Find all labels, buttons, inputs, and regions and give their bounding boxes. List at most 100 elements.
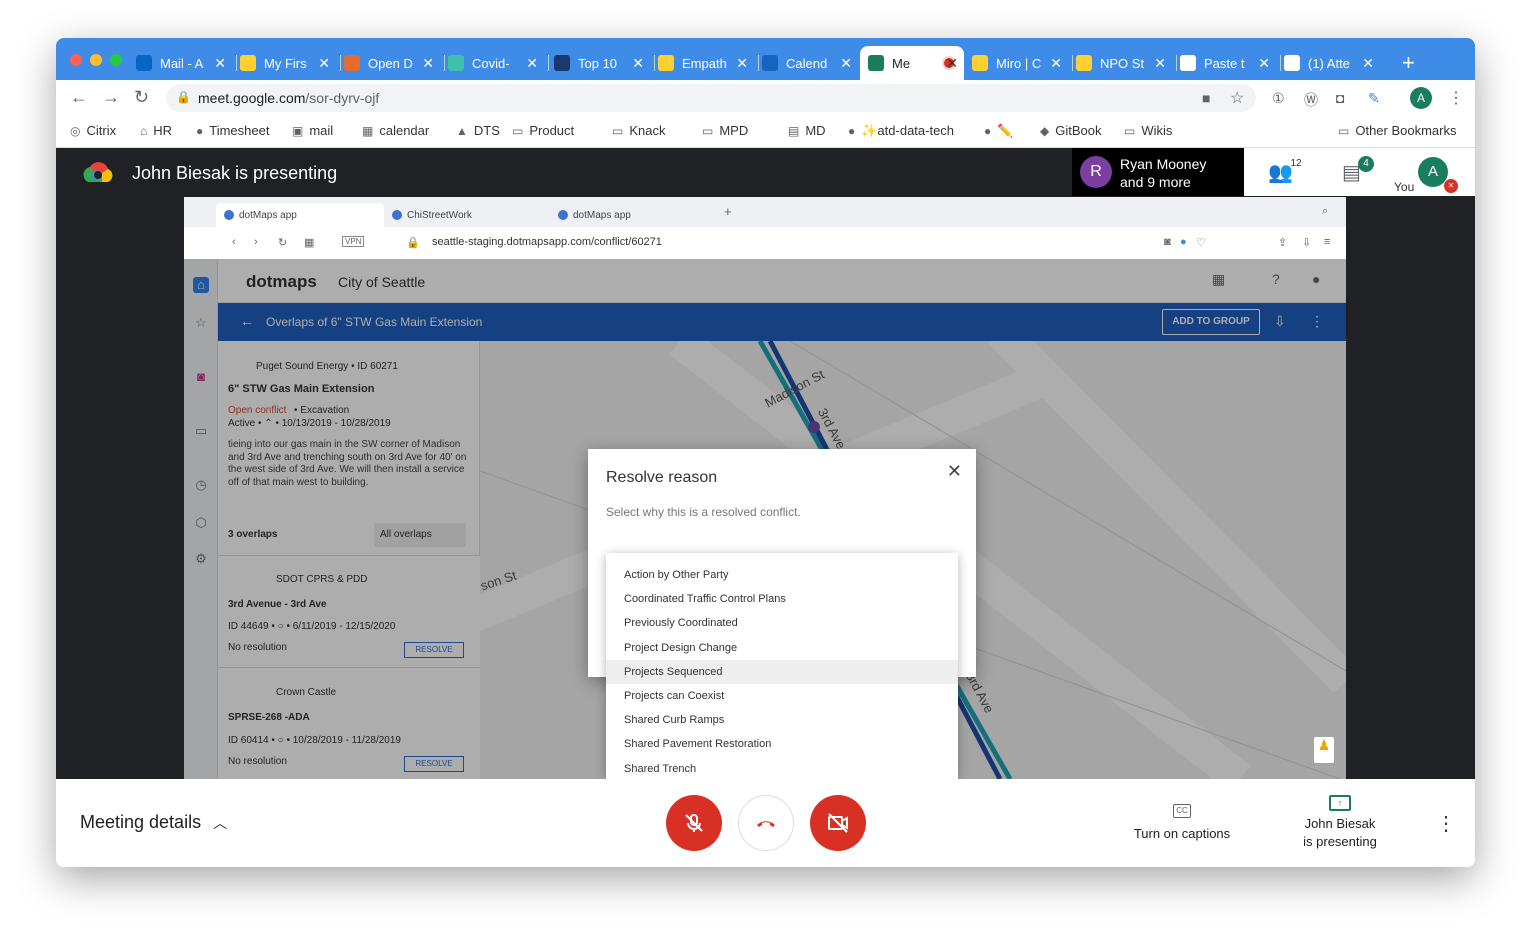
bookmark-5[interactable]: ▲ DTS bbox=[456, 123, 500, 138]
reload-icon[interactable]: ↻ bbox=[134, 87, 149, 108]
forward-icon[interactable]: → bbox=[102, 87, 120, 108]
maximize-window-button[interactable] bbox=[110, 54, 122, 66]
outlook-icon: ▣ bbox=[292, 123, 304, 138]
screenshot-icon[interactable]: ◘ bbox=[1336, 90, 1344, 106]
participant-pill[interactable]: R Ryan Mooney and 9 more bbox=[1072, 148, 1244, 196]
tab-2[interactable]: Open D ✕ bbox=[344, 48, 440, 78]
close-tab-icon[interactable]: ✕ bbox=[214, 55, 226, 72]
meet-stage: John Biesak is presenting R Ryan Mooney … bbox=[56, 148, 1475, 779]
lock-icon: 🔒 bbox=[406, 237, 420, 249]
star-icon[interactable]: ☆ bbox=[1230, 88, 1244, 108]
bookmark-label: Knack bbox=[629, 123, 666, 138]
open-data-icon bbox=[344, 55, 360, 71]
back-icon[interactable]: ← bbox=[70, 87, 88, 108]
closed-captions-icon: CC bbox=[1173, 804, 1191, 818]
bookmark-label: ✏️ bbox=[997, 123, 1014, 138]
outlook-icon bbox=[136, 55, 152, 71]
onepassword-icon[interactable]: ① bbox=[1272, 90, 1285, 107]
camera-off-button[interactable] bbox=[810, 795, 866, 851]
bookmark-label: mail bbox=[309, 123, 334, 138]
bookmark-10[interactable]: ● ✨atd-data-tech bbox=[848, 123, 954, 139]
address-bar[interactable]: 🔒 meet.google.com/sor-dyrv-ojf ■ ☆ bbox=[166, 84, 1256, 112]
close-tab-icon[interactable]: ✕ bbox=[318, 55, 330, 72]
tab-1[interactable]: My Firs ✕ bbox=[240, 48, 336, 78]
shared-tab-dotmaps-2: dotMaps app bbox=[550, 203, 716, 227]
close-tab-icon[interactable]: ✕ bbox=[422, 55, 434, 72]
minimize-window-button[interactable] bbox=[90, 54, 102, 66]
meeting-details-button[interactable]: Meeting details ︿ bbox=[80, 812, 227, 833]
bookmark-11[interactable]: ● ✏️ bbox=[984, 123, 1013, 139]
miro-icon bbox=[658, 55, 674, 71]
other-bookmarks[interactable]: ▭ Other Bookmarks bbox=[1338, 123, 1457, 138]
tab-8[interactable]: Miro | C ✕ bbox=[972, 48, 1068, 78]
bookmark-12[interactable]: ◆ GitBook bbox=[1040, 123, 1101, 138]
map-pin-icon bbox=[224, 210, 234, 220]
tab-separator bbox=[340, 55, 341, 71]
presenter-status[interactable]: ↑ John Biesak is presenting bbox=[1288, 793, 1392, 851]
captions-button[interactable]: CC Turn on captions bbox=[1130, 801, 1234, 841]
menu-icon: ≡ bbox=[1324, 236, 1331, 248]
mic-off-icon bbox=[685, 814, 703, 832]
reason-option: Projects can Coexist bbox=[624, 690, 725, 702]
miro-icon bbox=[972, 55, 988, 71]
vpn-icon: VPN bbox=[342, 236, 365, 247]
presenter-line1: John Biesak bbox=[1304, 816, 1376, 831]
bookmark-4[interactable]: ▦ calendar bbox=[362, 123, 429, 138]
microphone-off-button[interactable] bbox=[666, 795, 722, 851]
reason-option: Shared Trench bbox=[624, 762, 697, 775]
bookmark-7[interactable]: ▭ Knack bbox=[612, 123, 665, 138]
close-tab-icon[interactable]: ✕ bbox=[946, 55, 958, 72]
clipboard-icon bbox=[1180, 55, 1196, 71]
forward-icon: › bbox=[254, 236, 258, 248]
bookmark-13[interactable]: ▭ Wikis bbox=[1124, 123, 1172, 138]
search-icon: ⌕ bbox=[1322, 205, 1329, 217]
wordpress-icon[interactable]: Ⓦ bbox=[1304, 90, 1318, 110]
close-tab-icon[interactable]: ✕ bbox=[736, 55, 748, 72]
close-tab-icon[interactable]: ✕ bbox=[1050, 55, 1062, 72]
browser-menu-icon[interactable]: ⋮ bbox=[1448, 88, 1464, 108]
tab-7[interactable]: Me ✕ bbox=[860, 46, 964, 80]
close-tab-icon[interactable]: ✕ bbox=[1154, 55, 1166, 72]
bookmark-1[interactable]: ⌂ HR bbox=[140, 123, 172, 138]
close-tab-icon[interactable]: ✕ bbox=[1362, 55, 1374, 72]
bookmarks-bar: ◎ Citrix ⌂ HR ● Timesheet ▣ mail ▦ calendar ▲ DTS ▭ P… bbox=[56, 116, 1475, 148]
profile-avatar[interactable]: A bbox=[1410, 87, 1432, 109]
tab-3[interactable]: Covid- ✕ bbox=[448, 48, 544, 78]
bookmark-6[interactable]: ▭ Product bbox=[512, 123, 574, 138]
close-window-button[interactable] bbox=[70, 54, 82, 66]
presenter-line2: is presenting bbox=[1303, 834, 1377, 849]
globe-icon: ● bbox=[196, 123, 204, 138]
bookmark-9[interactable]: ▤ MD bbox=[788, 123, 826, 138]
tab-10[interactable]: Paste t ✕ bbox=[1180, 48, 1276, 78]
close-tab-icon[interactable]: ✕ bbox=[840, 55, 852, 72]
map-pin-icon bbox=[392, 210, 402, 220]
new-tab-button[interactable]: + bbox=[1402, 50, 1415, 76]
tab-9[interactable]: NPO St ✕ bbox=[1076, 48, 1172, 78]
browser-window: Mail - A ✕ My Firs ✕ Open D ✕ Covid- ✕ Top 10 ✕ Em… bbox=[56, 38, 1475, 867]
shield-icon: ● bbox=[1180, 236, 1187, 248]
bookmark-3[interactable]: ▣ mail bbox=[292, 123, 333, 138]
tab-label: Mail - A bbox=[160, 55, 204, 71]
leave-call-button[interactable] bbox=[738, 795, 794, 851]
chat-count-badge: 4 bbox=[1358, 156, 1374, 172]
bookmark-label: MPD bbox=[719, 123, 749, 138]
extension-icon[interactable]: ✎ bbox=[1368, 90, 1380, 107]
bookmark-2[interactable]: ● Timesheet bbox=[196, 123, 269, 138]
close-tab-icon[interactable]: ✕ bbox=[1258, 55, 1270, 72]
close-tab-icon[interactable]: ✕ bbox=[632, 55, 644, 72]
tab-6[interactable]: Calend ✕ bbox=[762, 48, 858, 78]
tab-4[interactable]: Top 10 ✕ bbox=[554, 48, 650, 78]
reload-icon: ↻ bbox=[278, 237, 288, 249]
tab-separator bbox=[758, 55, 759, 71]
tab-11[interactable]: (1) Atte ✕ bbox=[1284, 48, 1380, 78]
camera-icon[interactable]: ■ bbox=[1202, 90, 1210, 106]
bookmark-0[interactable]: ◎ Citrix bbox=[70, 123, 116, 138]
tab-separator bbox=[1280, 55, 1281, 71]
close-tab-icon[interactable]: ✕ bbox=[526, 55, 538, 72]
more-options-icon[interactable]: ⋮ bbox=[1436, 811, 1456, 836]
bookmark-8[interactable]: ▭ MPD bbox=[702, 123, 748, 138]
heart-icon: ♡ bbox=[1196, 237, 1206, 249]
tab-0[interactable]: Mail - A ✕ bbox=[136, 48, 232, 78]
tab-5[interactable]: Empath ✕ bbox=[658, 48, 754, 78]
tab-separator bbox=[1176, 55, 1177, 71]
